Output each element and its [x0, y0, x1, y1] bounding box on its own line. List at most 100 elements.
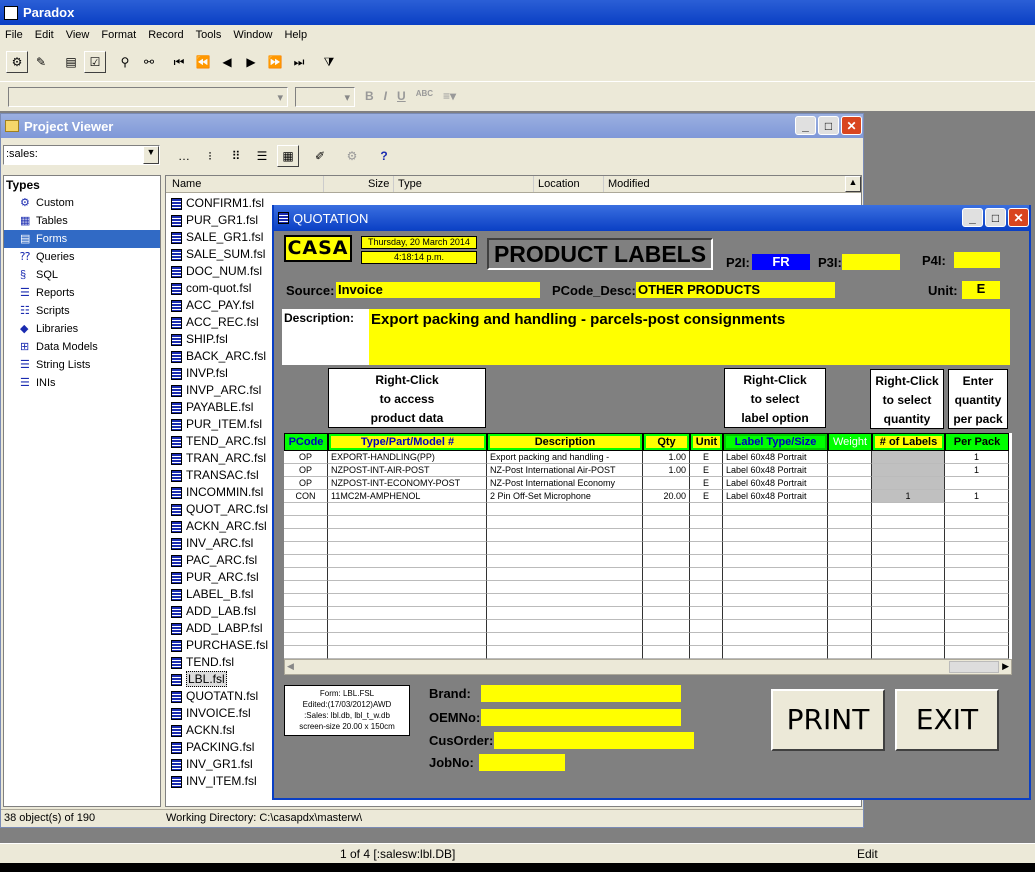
table-cell[interactable]: NZPOST-INT-AIR-POST — [328, 464, 487, 477]
table-cell[interactable] — [723, 568, 828, 581]
align-icon[interactable]: ≡▾ — [443, 89, 456, 103]
table-cell[interactable] — [723, 529, 828, 542]
table-cell[interactable] — [828, 555, 872, 568]
table-row[interactable]: OP EXPORT-HANDLING(PP) Export packing and … — [284, 451, 1012, 464]
table-cell[interactable]: 1.00 — [643, 464, 690, 477]
table-cell[interactable] — [690, 542, 723, 555]
col-name[interactable]: Name — [166, 176, 324, 192]
type-tables[interactable]: ▦ Tables — [4, 212, 160, 230]
table-cell[interactable] — [284, 516, 328, 529]
table-cell[interactable] — [328, 646, 487, 659]
table-cell[interactable] — [945, 581, 1009, 594]
description-field[interactable]: Export packing and handling - parcels-po… — [369, 309, 1010, 365]
table-cell[interactable] — [828, 568, 872, 581]
col-location[interactable]: Location — [534, 176, 604, 192]
table-cell[interactable] — [284, 607, 328, 620]
table-cell[interactable]: E — [690, 477, 723, 490]
last-record-icon[interactable]: ⏭ — [288, 51, 310, 73]
table-row[interactable]: OP NZPOST-INT-AIR-POST NZ-Post Internation… — [284, 464, 1012, 477]
table-cell[interactable] — [872, 555, 945, 568]
table-cell[interactable] — [643, 529, 690, 542]
table-cell[interactable]: 1 — [945, 490, 1009, 503]
table-cell[interactable] — [487, 555, 643, 568]
more-icon[interactable]: … — [173, 145, 195, 167]
tree-icon[interactable]: ⠿ — [225, 145, 247, 167]
grid-hscrollbar[interactable]: ◀ ▶ — [284, 659, 1012, 675]
edit-note-icon[interactable]: ✐ — [309, 145, 331, 167]
table-row[interactable] — [284, 516, 1012, 529]
table-row[interactable] — [284, 503, 1012, 516]
table-cell[interactable] — [487, 581, 643, 594]
first-record-icon[interactable]: ⏮ — [168, 51, 190, 73]
edit-data-icon[interactable]: ☑ — [84, 51, 106, 73]
underline-icon[interactable]: U — [397, 89, 406, 103]
table-cell[interactable] — [690, 581, 723, 594]
table-cell[interactable] — [643, 620, 690, 633]
table-cell[interactable] — [945, 529, 1009, 542]
table-row[interactable] — [284, 646, 1012, 659]
menu-format[interactable]: Format — [96, 29, 143, 41]
jobno-field[interactable] — [479, 754, 565, 771]
table-cell[interactable] — [723, 581, 828, 594]
help-icon[interactable]: ? — [373, 145, 395, 167]
p4i-field[interactable] — [954, 252, 1000, 268]
table-row[interactable] — [284, 555, 1012, 568]
table-cell[interactable] — [487, 620, 643, 633]
type-data-models[interactable]: ⊞ Data Models — [4, 338, 160, 356]
table-cell[interactable] — [945, 633, 1009, 646]
table-cell[interactable] — [945, 594, 1009, 607]
table-cell[interactable] — [872, 516, 945, 529]
q-maximize-icon[interactable]: □ — [985, 208, 1006, 227]
table-cell[interactable] — [643, 516, 690, 529]
table-row[interactable] — [284, 529, 1012, 542]
table-cell[interactable] — [328, 633, 487, 646]
print-button[interactable]: PRINT — [771, 689, 885, 751]
view-data-icon[interactable]: ▤ — [60, 51, 82, 73]
table-row[interactable] — [284, 607, 1012, 620]
col-size[interactable]: Size — [324, 176, 394, 192]
table-cell[interactable] — [328, 568, 487, 581]
table-cell[interactable] — [872, 607, 945, 620]
table-cell[interactable]: E — [690, 464, 723, 477]
table-cell[interactable] — [828, 516, 872, 529]
type-custom[interactable]: ⚙ Custom — [4, 194, 160, 212]
table-cell[interactable] — [828, 529, 872, 542]
col-type[interactable]: Type — [394, 176, 534, 192]
source-field[interactable]: Invoice — [336, 282, 540, 298]
table-cell[interactable]: E — [690, 490, 723, 503]
table-cell[interactable] — [828, 581, 872, 594]
table-cell[interactable] — [872, 620, 945, 633]
table-cell[interactable] — [643, 555, 690, 568]
prev-set-icon[interactable]: ⏪ — [192, 51, 214, 73]
type-sql[interactable]: § SQL — [4, 266, 160, 284]
table-cell[interactable] — [643, 646, 690, 659]
type-string-lists[interactable]: ☰ String Lists — [4, 356, 160, 374]
table-cell[interactable] — [723, 542, 828, 555]
menu-file[interactable]: File — [0, 29, 30, 41]
menu-edit[interactable]: Edit — [30, 29, 61, 41]
table-cell[interactable]: 2 Pin Off-Set Microphone — [487, 490, 643, 503]
table-cell[interactable]: 1 — [945, 464, 1009, 477]
brand-field[interactable] — [481, 685, 681, 702]
table-cell[interactable] — [723, 633, 828, 646]
table-cell[interactable] — [284, 503, 328, 516]
table-cell[interactable]: 11MC2M-AMPHENOL — [328, 490, 487, 503]
table-cell[interactable] — [284, 646, 328, 659]
search-replace-icon[interactable]: ⚯ — [138, 51, 160, 73]
table-cell[interactable] — [643, 542, 690, 555]
table-cell[interactable] — [872, 451, 945, 464]
filter-icon[interactable]: ⧩ — [318, 51, 340, 73]
table-cell[interactable] — [487, 516, 643, 529]
table-cell[interactable]: NZ-Post International Economy — [487, 477, 643, 490]
table-cell[interactable] — [872, 529, 945, 542]
next-record-icon[interactable]: ▶ — [240, 51, 262, 73]
table-cell[interactable] — [872, 633, 945, 646]
p2i-field[interactable]: FR — [752, 254, 810, 270]
table-cell[interactable] — [643, 503, 690, 516]
italic-icon[interactable]: I — [384, 89, 387, 103]
table-cell[interactable] — [723, 594, 828, 607]
table-cell[interactable] — [284, 581, 328, 594]
unit-field[interactable]: E — [962, 281, 1000, 299]
oemno-field[interactable] — [481, 709, 681, 726]
table-cell[interactable] — [328, 529, 487, 542]
